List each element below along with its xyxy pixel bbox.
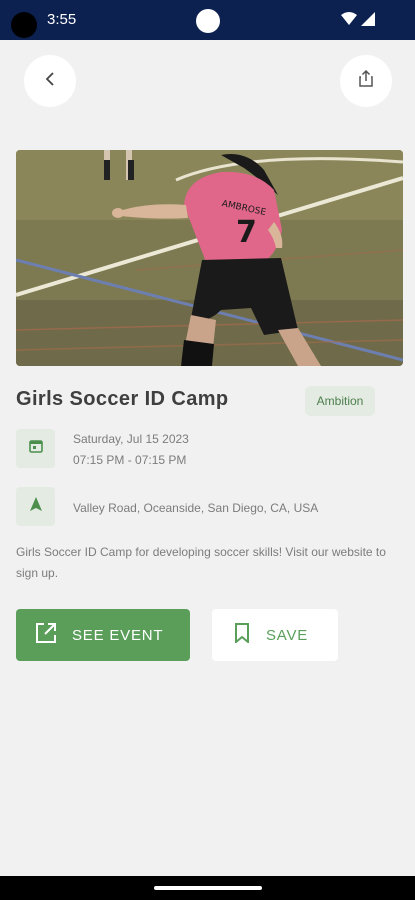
status-time: 3:55 (47, 11, 77, 28)
event-time: 07:15 PM - 07:15 PM (73, 453, 187, 467)
category-tag: Ambition (305, 386, 375, 416)
home-gesture-handle[interactable] (154, 886, 262, 890)
status-icons (341, 12, 375, 31)
bookmark-icon (234, 623, 250, 647)
signal-icon (361, 12, 375, 31)
event-location[interactable]: Valley Road, Oceanside, San Diego, CA, U… (73, 501, 318, 515)
share-button[interactable] (340, 55, 392, 107)
date-icon-box (16, 429, 55, 468)
back-button[interactable] (24, 55, 76, 107)
wifi-icon (341, 12, 357, 31)
save-button[interactable]: SAVE (212, 609, 338, 661)
navigation-arrow-icon (29, 497, 42, 516)
chevron-left-icon (44, 71, 56, 92)
camera-cutout (11, 12, 37, 38)
notification-dot (196, 9, 220, 33)
open-in-new-icon (34, 621, 58, 649)
status-bar: 3:55 (0, 0, 415, 40)
see-event-button[interactable]: SEE EVENT (16, 609, 190, 661)
jersey-number: 7 (236, 215, 257, 250)
calendar-icon (28, 439, 43, 458)
save-label: SAVE (266, 626, 309, 644)
event-title: Girls Soccer ID Camp (16, 388, 229, 410)
location-icon-box (16, 487, 55, 526)
share-icon (358, 69, 374, 93)
see-event-label: SEE EVENT (72, 626, 164, 644)
event-description: Girls Soccer ID Camp for developing socc… (16, 545, 386, 580)
event-date: Saturday, Jul 15 2023 (73, 432, 189, 446)
event-image: 7 AMBROSE (16, 150, 403, 366)
navigation-bar (0, 876, 415, 900)
